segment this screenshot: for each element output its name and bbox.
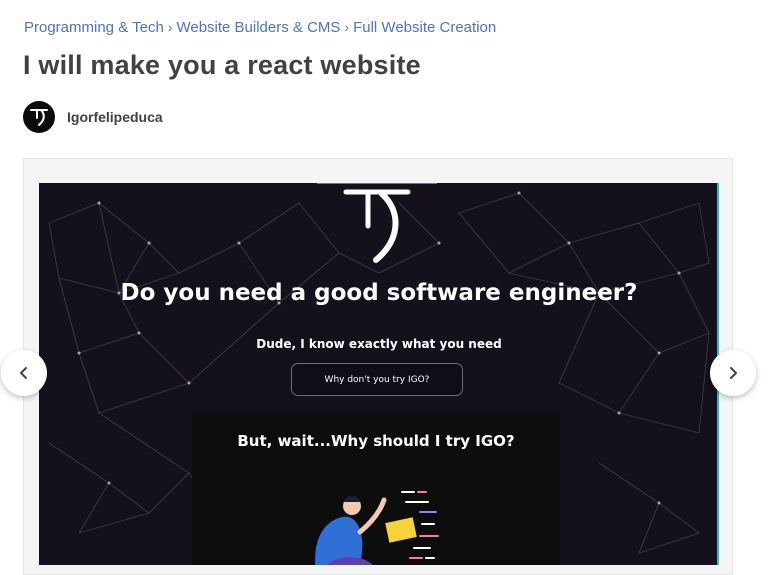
seller-name[interactable]: Igorfelipeduca <box>67 109 163 125</box>
seller-info: Igorfelipeduca <box>23 101 163 133</box>
breadcrumb: Programming & Tech › Website Builders & CM… <box>24 19 496 36</box>
breadcrumb-separator: › <box>167 19 173 35</box>
breadcrumb-programming-tech[interactable]: Programming & Tech <box>24 19 164 36</box>
gallery-slide[interactable]: Do you need a good software engineer? Du… <box>39 183 719 565</box>
chevron-right-icon <box>730 367 737 379</box>
gallery-next-button[interactable] <box>710 350 756 396</box>
breadcrumb-full-website-creation[interactable]: Full Website Creation <box>353 19 496 36</box>
slide-subline: Dude, I know exactly what you need <box>256 337 502 351</box>
gig-title: I will make you a react website <box>23 50 421 80</box>
try-igo-button[interactable]: Why don't you try IGO? <box>291 363 463 396</box>
seller-avatar[interactable] <box>23 101 55 133</box>
chevron-left-icon <box>20 367 27 379</box>
panel-title: But, wait...Why should I try IGO? <box>237 432 515 450</box>
breadcrumb-website-builders-cms[interactable]: Website Builders & CMS <box>176 19 340 36</box>
igo-logo-icon <box>30 109 48 126</box>
developer-illustration <box>315 491 439 565</box>
slide-panel: But, wait...Why should I try IGO? <box>192 412 560 565</box>
gallery-prev-button[interactable] <box>1 350 47 396</box>
slide-top-line <box>317 183 437 184</box>
slide-headline: Do you need a good software engineer? <box>120 280 638 306</box>
breadcrumb-separator: › <box>344 19 350 35</box>
igo-slide-logo-icon <box>343 189 411 263</box>
